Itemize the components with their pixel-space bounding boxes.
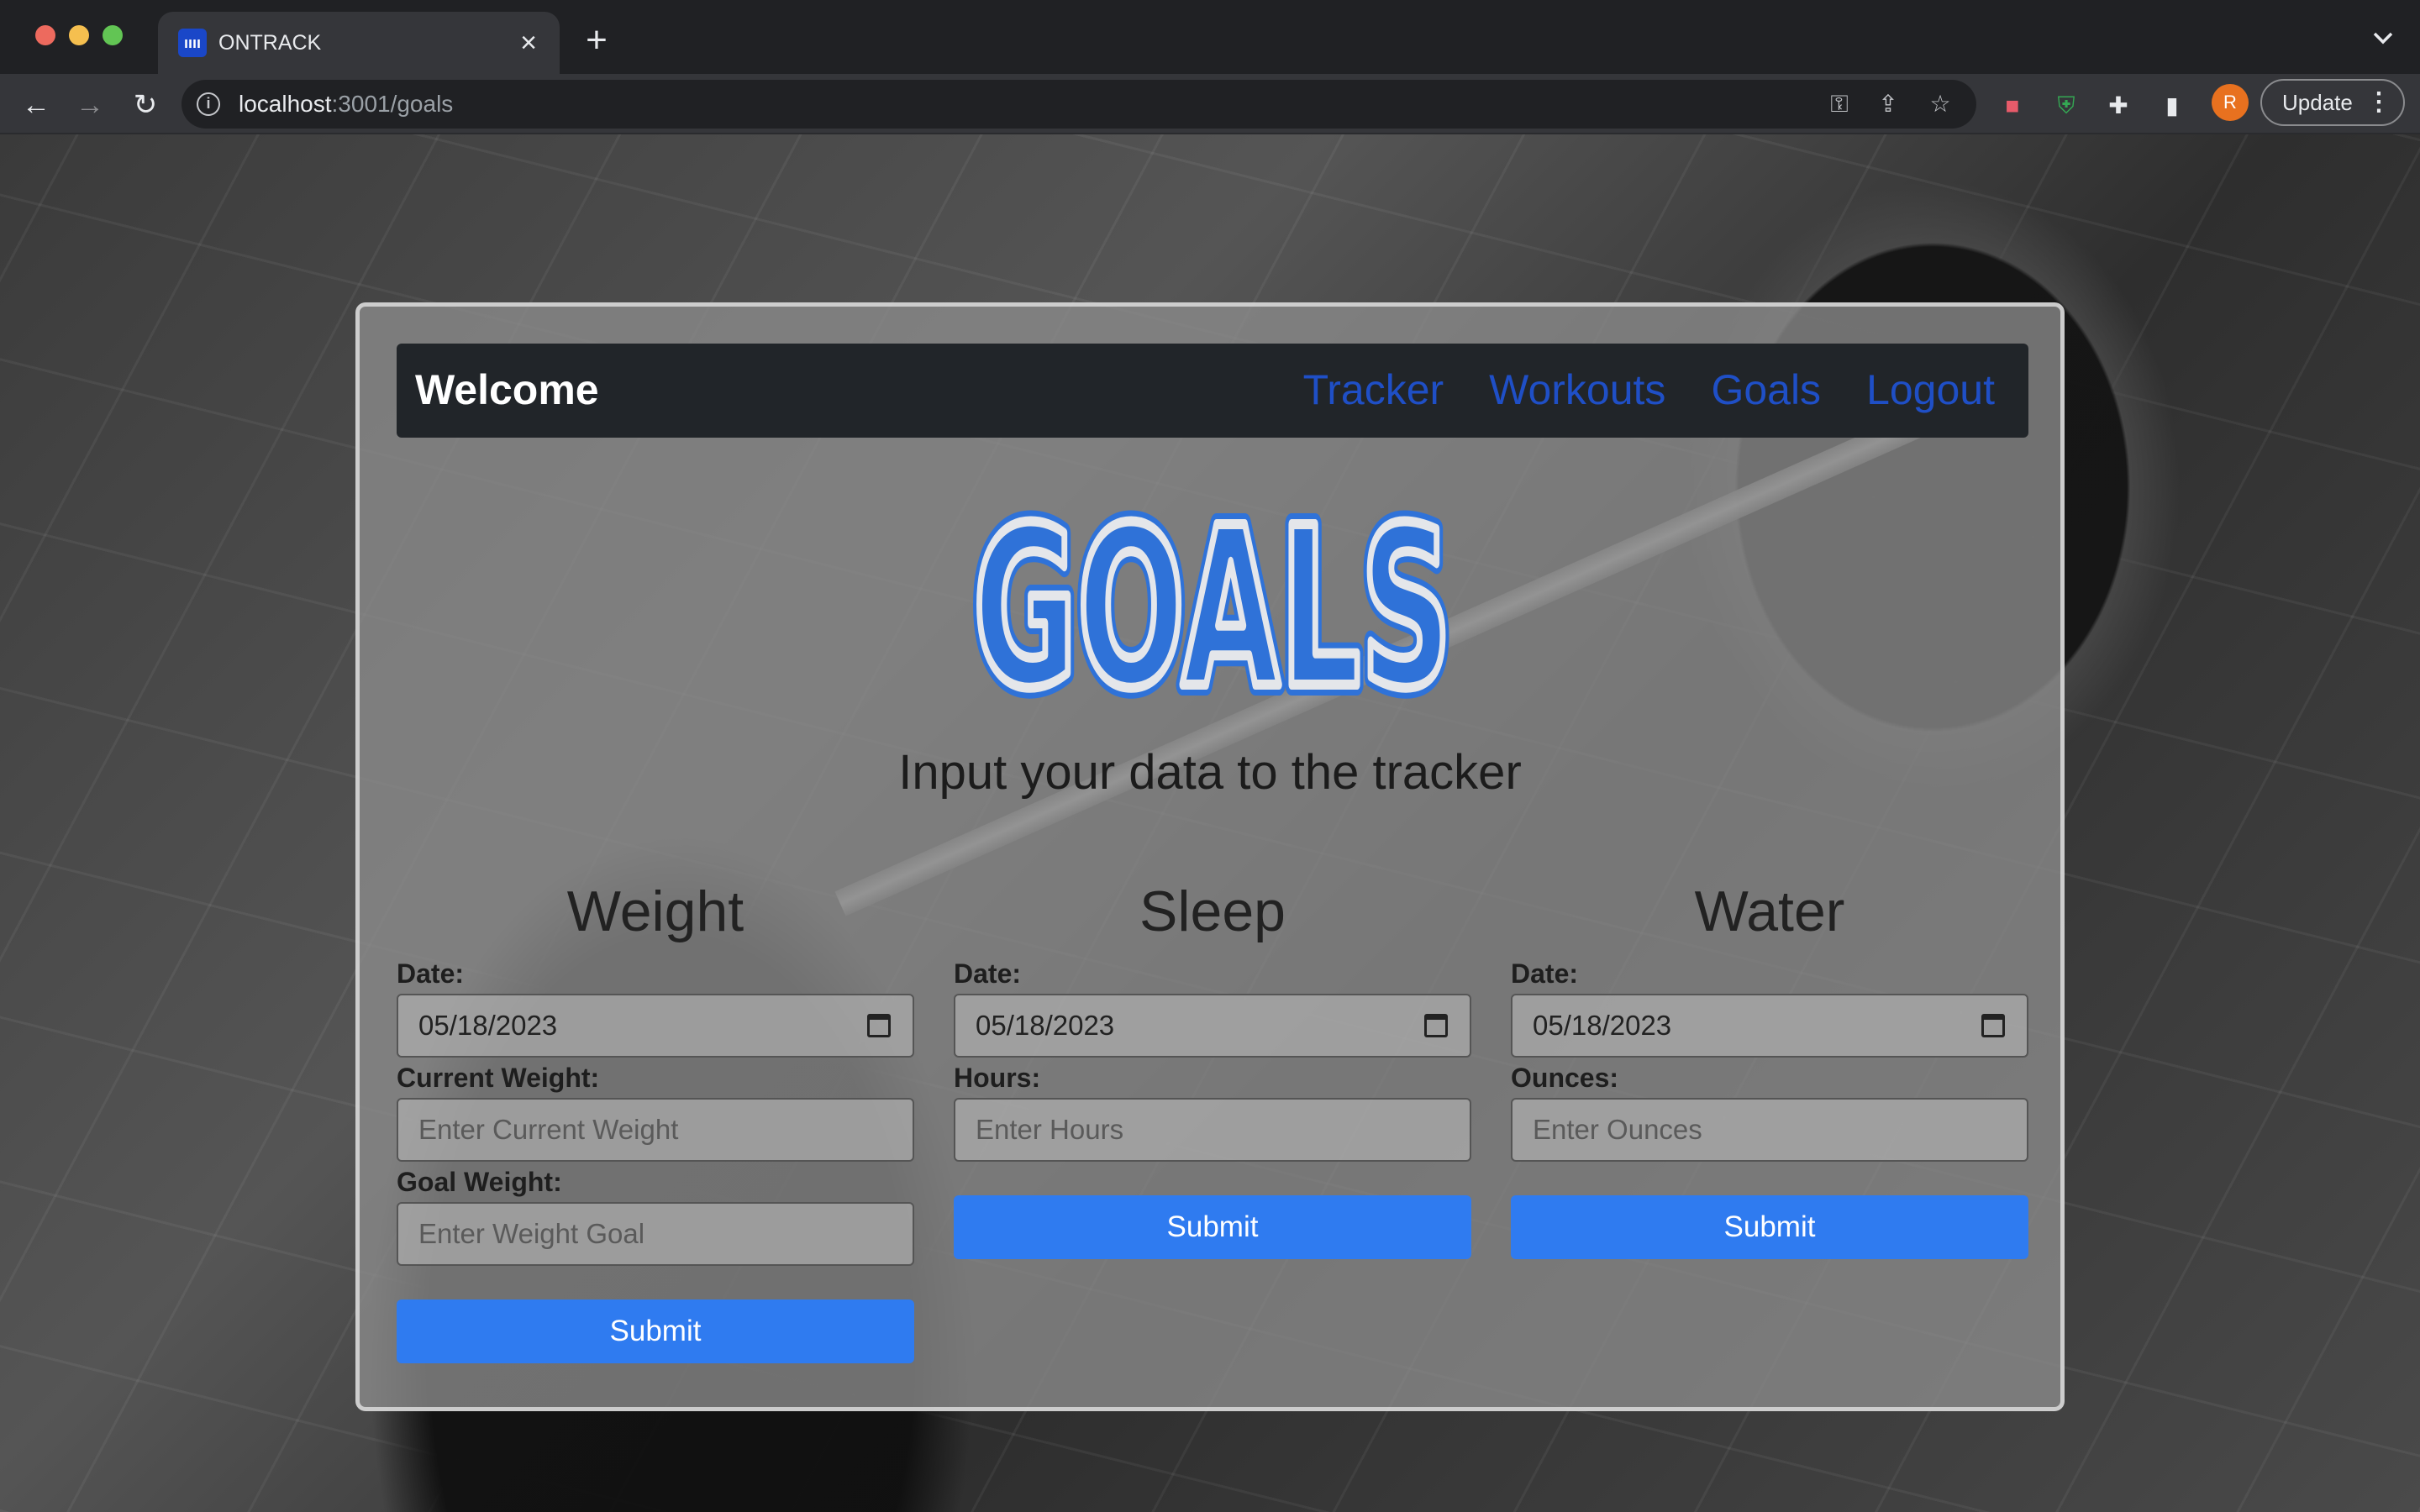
new-tab-button[interactable]: + [575, 22, 618, 59]
forward-arrow-icon[interactable]: → [69, 84, 111, 126]
goals-card: Welcome Tracker Workouts Goals Logout GO… [355, 302, 2065, 1411]
sleep-submit-button[interactable]: Submit [954, 1195, 1471, 1259]
shield-icon[interactable]: ⛨ [2050, 90, 2082, 122]
goal-weight-input[interactable]: Enter Weight Goal [397, 1202, 914, 1266]
sleep-date-label: Date: [954, 958, 1022, 989]
weight-form: Weight Date: 05/18/2023 Current Weight: … [397, 878, 914, 1363]
hours-input[interactable]: Enter Hours [954, 1098, 1471, 1162]
app-navbar: Welcome Tracker Workouts Goals Logout [397, 344, 2028, 438]
hours-label: Hours: [954, 1063, 1041, 1093]
share-icon[interactable]: ⇪ [1874, 90, 1902, 118]
chevron-down-icon[interactable] [2368, 25, 2398, 50]
current-weight-input[interactable]: Enter Current Weight [397, 1098, 914, 1162]
nav-link-goals[interactable]: Goals [1711, 364, 1821, 416]
goal-weight-label: Goal Weight: [397, 1167, 562, 1197]
video-extension-icon[interactable]: ■ [1996, 90, 2028, 122]
weight-date-label: Date: [397, 958, 465, 989]
avatar[interactable]: R [2212, 84, 2249, 121]
nav-link-logout[interactable]: Logout [1866, 364, 1995, 416]
weight-title: Weight [566, 879, 744, 943]
browser-tab[interactable]: ıııı ONTRACK × [158, 12, 560, 74]
page-subtitle: Input your data to the tracker [898, 745, 1522, 800]
calendar-icon[interactable] [867, 1014, 891, 1037]
tab-close-icon[interactable]: × [513, 27, 544, 59]
site-info-icon[interactable]: i [197, 92, 220, 116]
tab-title: ONTRACK [218, 31, 322, 55]
address-bar[interactable]: i localhost:3001/goals ⚿ ⇪ ☆ [182, 80, 1976, 129]
back-arrow-icon[interactable]: ← [15, 84, 57, 126]
current-weight-label: Current Weight: [397, 1063, 600, 1093]
close-window-button[interactable] [35, 25, 55, 45]
water-submit-button[interactable]: Submit [1511, 1195, 2028, 1259]
weight-date-input[interactable]: 05/18/2023 [397, 994, 914, 1058]
ounces-label: Ounces: [1511, 1063, 1619, 1093]
weight-date-value: 05/18/2023 [418, 1010, 558, 1041]
puzzle-icon[interactable]: ✚ [2102, 90, 2134, 122]
weight-submit-button[interactable]: Submit [397, 1299, 914, 1363]
update-label: Update [2282, 90, 2353, 115]
water-date-value: 05/18/2023 [1533, 1010, 1672, 1041]
calendar-icon[interactable] [1981, 1014, 2005, 1037]
kebab-menu-icon[interactable]: ⋮ [2366, 81, 2391, 124]
update-button[interactable]: Update ⋮ [2260, 79, 2405, 126]
sleep-form: Sleep Date: 05/18/2023 Hours: Enter Hour… [954, 878, 1471, 1259]
favicon-icon: ıııı [178, 29, 207, 57]
maximize-window-button[interactable] [103, 25, 123, 45]
url-text[interactable]: localhost:3001/goals [239, 90, 453, 118]
browser-tab-bar: ıııı ONTRACK × + [0, 0, 2420, 74]
url-path: :3001/goals [331, 91, 454, 117]
browser-toolbar: ← → ↻ i localhost:3001/goals ⚿ ⇪ ☆ ■ ⛨ ✚… [0, 74, 2420, 134]
sidebar-icon[interactable]: ▮ [2156, 90, 2188, 122]
water-form: Water Date: 05/18/2023 Ounces: Enter Oun… [1511, 878, 2028, 1259]
page-viewport: Welcome Tracker Workouts Goals Logout GO… [0, 134, 2420, 1512]
goals-title-logo: GOALS GOALS [965, 483, 1460, 710]
star-icon[interactable]: ☆ [1926, 90, 1954, 118]
water-title: Water [1694, 879, 1845, 943]
url-host: localhost [239, 91, 332, 117]
nav-links: Tracker Workouts Goals Logout [1303, 364, 1995, 416]
key-icon[interactable]: ⚿ [1825, 90, 1854, 118]
water-date-label: Date: [1511, 958, 1579, 989]
sleep-date-input[interactable]: 05/18/2023 [954, 994, 1471, 1058]
nav-link-tracker[interactable]: Tracker [1303, 364, 1444, 416]
ounces-input[interactable]: Enter Ounces [1511, 1098, 2028, 1162]
goals-title-fill: GOALS [973, 483, 1452, 710]
sleep-date-value: 05/18/2023 [976, 1010, 1115, 1041]
water-date-input[interactable]: 05/18/2023 [1511, 994, 2028, 1058]
nav-link-workouts[interactable]: Workouts [1489, 364, 1665, 416]
sleep-title: Sleep [1139, 879, 1286, 943]
calendar-icon[interactable] [1424, 1014, 1448, 1037]
minimize-window-button[interactable] [69, 25, 89, 45]
reload-icon[interactable]: ↻ [124, 84, 166, 126]
navbar-brand[interactable]: Welcome [415, 364, 599, 416]
